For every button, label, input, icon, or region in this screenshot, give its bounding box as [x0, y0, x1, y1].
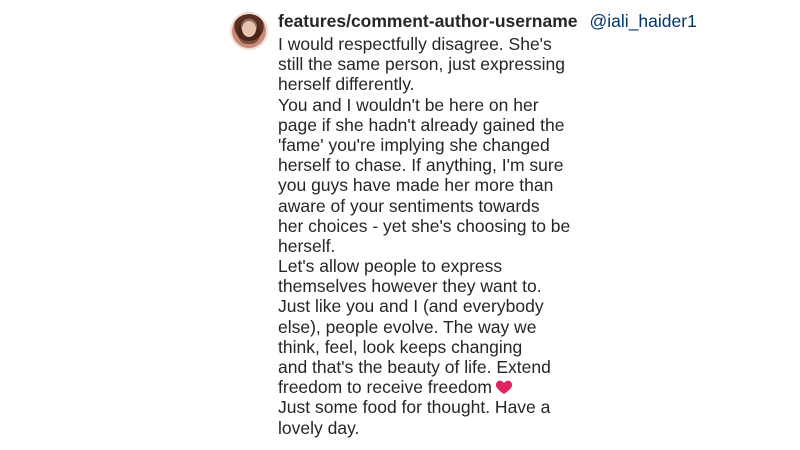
- mention-link[interactable]: @iali_haider1: [590, 8, 697, 34]
- comment-line: and that's the beauty of life. Extend: [278, 357, 551, 377]
- comment-line: freedom to receive freedom: [278, 377, 590, 397]
- comment-line: herself.: [278, 235, 336, 256]
- comment-header: features/comment-author-username @iali_h…: [278, 8, 697, 34]
- comment-line-text: freedom to receive freedom: [278, 377, 492, 398]
- comment-text: I would respectfully disagree. She's sti…: [278, 34, 590, 438]
- comment-line: lovely day.: [278, 417, 360, 438]
- comment-line: aware of your sentiments towards: [278, 195, 540, 216]
- comment-line: Just like you and I (and everybody: [278, 296, 544, 317]
- comment-line: else), people evolve. The way we: [278, 316, 537, 337]
- heart-icon: [495, 380, 513, 395]
- avatar[interactable]: [230, 12, 268, 50]
- username[interactable]: features/comment-author-username: [278, 8, 578, 34]
- comment-line: You and I wouldn't be here on her: [278, 94, 539, 115]
- comment-line: her choices - yet she's choosing to be: [278, 215, 571, 236]
- comment-line: page if she hadn't already gained the: [278, 114, 565, 135]
- comment-line: you guys have made her more than: [278, 175, 554, 196]
- comment-line: herself to chase. If anything, I'm sure: [278, 155, 564, 176]
- comment-body: features/comment-author-username @iali_h…: [278, 8, 697, 438]
- comment-line: Let's allow people to express: [278, 256, 503, 277]
- comment-container: features/comment-author-username @iali_h…: [230, 8, 697, 444]
- comment-line: still the same person, just expressing: [278, 54, 565, 75]
- comment-line: herself differently.: [278, 74, 415, 95]
- comment-line: think, feel, look keeps changing: [278, 336, 523, 357]
- comment-line: 'fame' you're implying she changed: [278, 134, 550, 155]
- comment-line: I would respectfully disagree. She's: [278, 34, 552, 54]
- comment-line: Just some food for thought. Have a: [278, 397, 551, 418]
- avatar-face: [242, 21, 256, 37]
- comment-line: themselves however they want to.: [278, 276, 542, 297]
